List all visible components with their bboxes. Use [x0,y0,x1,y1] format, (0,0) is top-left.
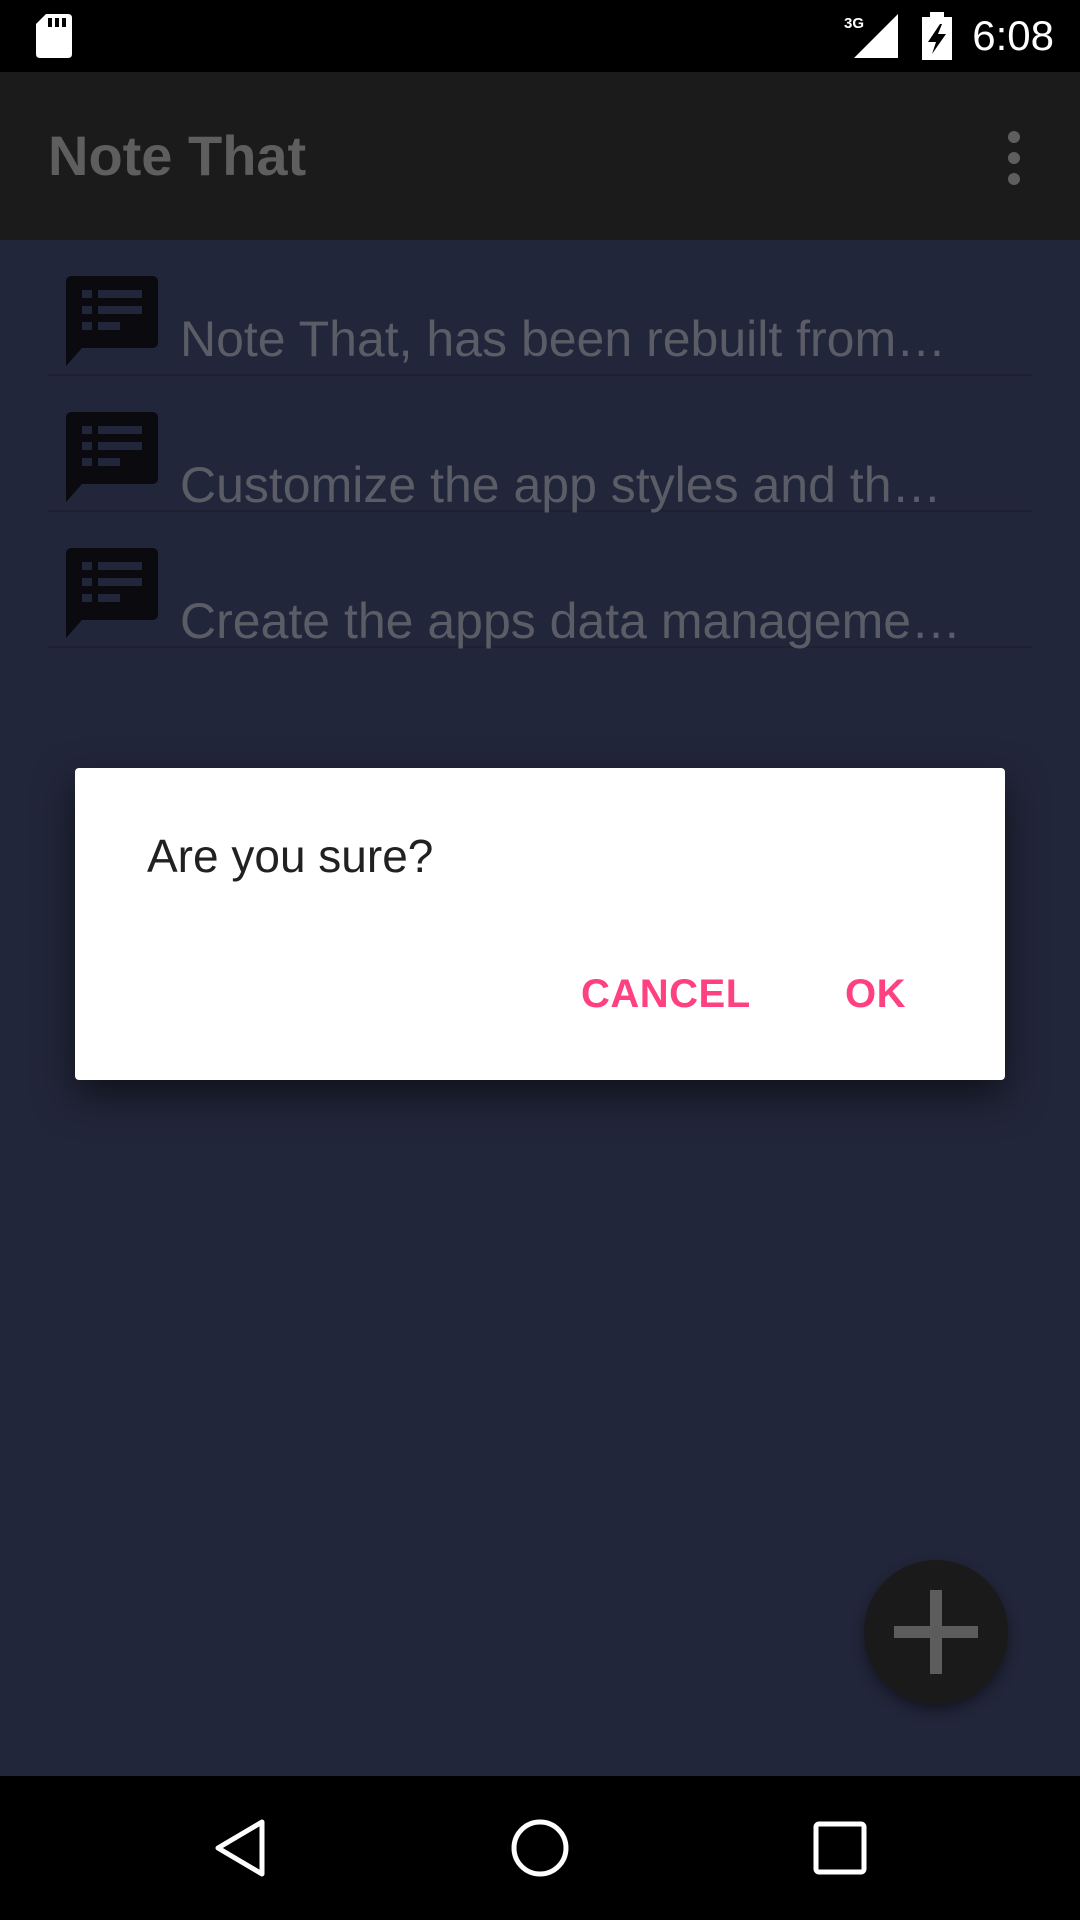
note-list: Note That, has been rebuilt from… Custom… [48,240,1032,649]
status-bar: 3G 6:08 [0,0,1080,72]
confirm-dialog: Are you sure? CANCEL OK [75,768,1005,1080]
list-item[interactable]: Note That, has been rebuilt from… [48,240,1032,376]
dialog-message: Are you sure? [147,830,434,882]
note-text: Create the apps data manageme… [180,593,962,649]
app-title: Note That [48,124,307,187]
sd-card-icon [36,14,72,58]
home-icon[interactable] [508,1816,572,1880]
ok-button[interactable]: OK [845,970,906,1018]
svg-text:3G: 3G [844,15,864,32]
more-vert-icon[interactable] [994,128,1034,188]
screen: 3G 6:08 Note That Note That, has been re… [0,0,1080,1920]
battery-charging-icon [922,12,952,60]
status-clock: 6:08 [972,12,1054,59]
list-item[interactable]: Create the apps data manageme… [48,512,1032,649]
note-list-icon [66,548,158,638]
plus-icon [894,1590,978,1674]
note-list-icon [66,412,158,502]
recents-icon[interactable] [808,1816,872,1880]
signal-3g-icon: 3G [844,14,898,58]
back-icon[interactable] [210,1816,274,1880]
note-list-icon [66,276,158,366]
navigation-bar [0,1776,1080,1920]
add-note-button[interactable] [864,1560,1008,1704]
app-bar: Note That [0,72,1080,240]
cancel-button[interactable]: CANCEL [581,970,751,1018]
list-item[interactable]: Customize the app styles and th… [48,376,1032,513]
